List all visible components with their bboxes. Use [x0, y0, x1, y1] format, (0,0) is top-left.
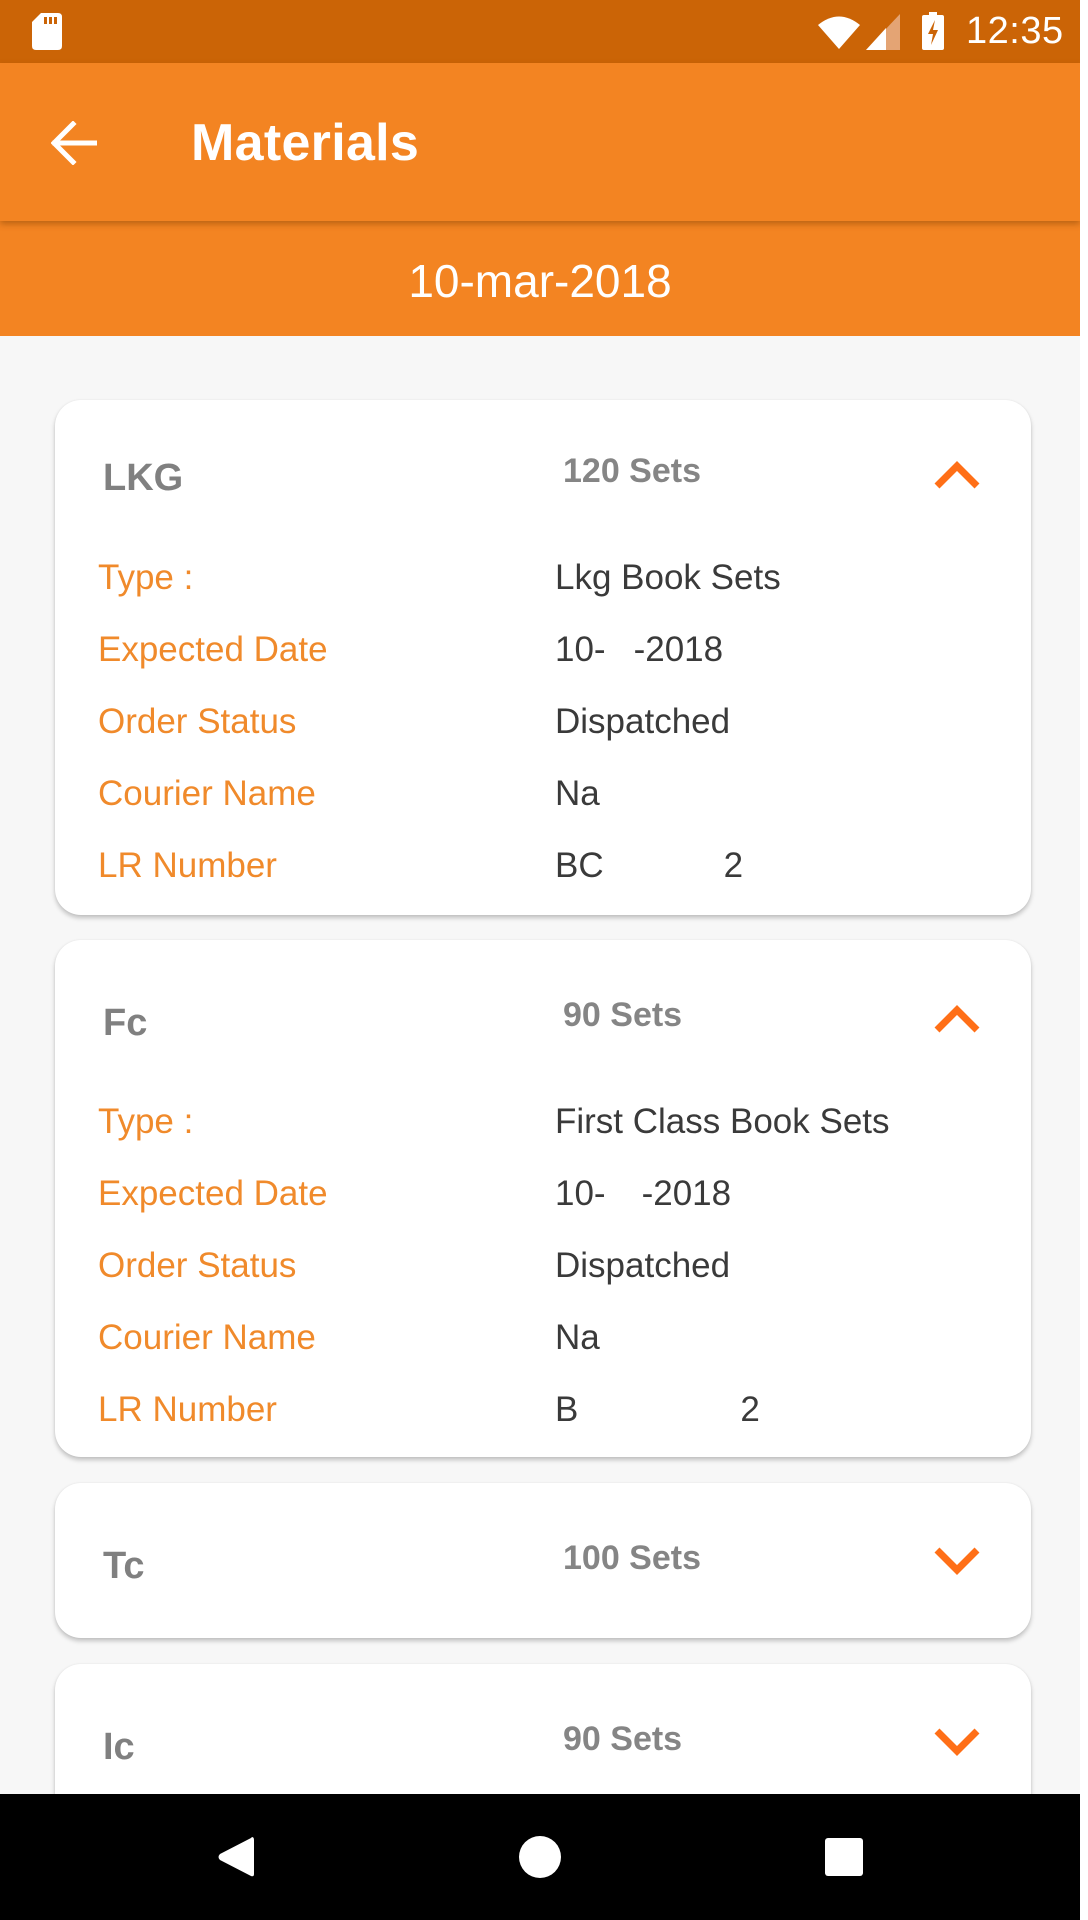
detail-value-end: -2018 [633, 630, 724, 669]
recents-square-icon [825, 1838, 863, 1876]
detail-value: 10- -2018 [555, 1174, 731, 1216]
nav-home-button[interactable] [480, 1814, 600, 1900]
detail-row-expected-date: Expected Date 10- -2018 [98, 1174, 991, 1224]
card-title: LKG [103, 457, 184, 499]
detail-label: Type : [98, 558, 194, 597]
detail-row-lr-number: LR Number B2 [98, 1390, 991, 1440]
detail-label: Expected Date [98, 1174, 328, 1213]
wifi-icon [818, 16, 860, 49]
sd-card-icon [32, 13, 62, 50]
material-card-lkg: LKG 120 Sets Type : Lkg Book Sets Expect… [55, 400, 1031, 915]
materials-screen: 12:35 Materials 10-mar-2018 LKG 120 Sets… [0, 0, 1080, 1920]
date-text: 10-mar-2018 [408, 254, 672, 307]
detail-row-type: Type : Lkg Book Sets [98, 558, 991, 608]
collapse-toggle[interactable] [927, 452, 987, 498]
redacted-region [605, 631, 634, 672]
card-count: 90 Sets [563, 996, 683, 1034]
redacted-region [578, 1391, 741, 1432]
detail-value: Dispatched [555, 1246, 731, 1285]
detail-row-order-status: Order Status Dispatched [98, 702, 991, 752]
detail-value: B2 [555, 1390, 760, 1432]
detail-value-end: 2 [723, 846, 744, 885]
detail-value-end: 2 [740, 1390, 760, 1429]
nav-recents-button[interactable] [784, 1814, 904, 1900]
arrow-left-icon [51, 121, 97, 165]
detail-value: Lkg Book Sets [555, 558, 781, 597]
card-count: 120 Sets [563, 452, 701, 490]
card-count: 100 Sets [563, 1539, 701, 1577]
detail-row-type: Type : First Class Book Sets [98, 1102, 991, 1152]
detail-row-courier-name: Courier Name Na [98, 774, 991, 824]
detail-label: Courier Name [98, 1318, 316, 1357]
card-title: Fc [103, 1002, 148, 1044]
collapse-toggle[interactable] [927, 996, 987, 1042]
chevron-down-icon [934, 1728, 980, 1756]
detail-value-start: Na [555, 1318, 600, 1357]
nav-back-button[interactable] [176, 1814, 296, 1900]
detail-row-courier-name: Courier Name Na [98, 1318, 991, 1368]
cell-signal-icon [866, 14, 900, 50]
detail-value: Na [555, 1318, 600, 1358]
redacted-region [603, 847, 724, 888]
expand-toggle[interactable] [927, 1538, 987, 1584]
detail-row-expected-date: Expected Date 10- -2018 [98, 630, 991, 680]
detail-value: First Class Book Sets [555, 1102, 890, 1141]
detail-row-order-status: Order Status Dispatched [98, 1246, 991, 1296]
home-circle-icon [519, 1836, 561, 1878]
detail-value: 10- -2018 [555, 630, 723, 672]
screen-edge [1080, 0, 1088, 1920]
back-triangle-icon [218, 1837, 254, 1877]
detail-label: Courier Name [98, 774, 316, 813]
detail-value: Dispatched [555, 702, 731, 741]
detail-value-start: 10- [555, 1174, 606, 1213]
detail-value-start: BC [555, 846, 604, 885]
chevron-up-icon [934, 461, 980, 489]
detail-value-start: Na [555, 774, 600, 813]
detail-label: Order Status [98, 702, 297, 741]
detail-value-start: B [555, 1390, 579, 1429]
system-nav-bar [0, 1794, 1080, 1920]
app-bar: Materials [0, 63, 1080, 221]
material-card-fc: Fc 90 Sets Type : First Class Book Sets … [55, 940, 1031, 1457]
detail-value-start: 10- [555, 630, 606, 669]
redacted-region [605, 1175, 642, 1216]
card-title: Ic [103, 1726, 135, 1768]
detail-value: Na [555, 774, 600, 814]
battery-charging-icon [922, 12, 944, 50]
card-count: 90 Sets [563, 1720, 683, 1758]
back-button[interactable] [36, 107, 112, 179]
chevron-down-icon [934, 1547, 980, 1575]
page-title: Materials [191, 114, 420, 172]
date-header: 10-mar-2018 [0, 221, 1080, 336]
detail-value-end: -2018 [641, 1174, 732, 1213]
status-bar: 12:35 [0, 0, 1080, 63]
expand-toggle[interactable] [927, 1719, 987, 1765]
detail-label: LR Number [98, 846, 277, 885]
detail-label: Expected Date [98, 630, 328, 669]
chevron-up-icon [934, 1005, 980, 1033]
material-card-tc[interactable]: Tc 100 Sets [55, 1483, 1031, 1638]
detail-label: LR Number [98, 1390, 277, 1429]
detail-label: Order Status [98, 1246, 297, 1285]
detail-row-lr-number: LR Number BC 2 [98, 846, 991, 896]
detail-value: BC 2 [555, 846, 743, 888]
status-clock: 12:35 [966, 10, 1064, 52]
card-title: Tc [103, 1545, 145, 1587]
detail-label: Type : [98, 1102, 194, 1141]
